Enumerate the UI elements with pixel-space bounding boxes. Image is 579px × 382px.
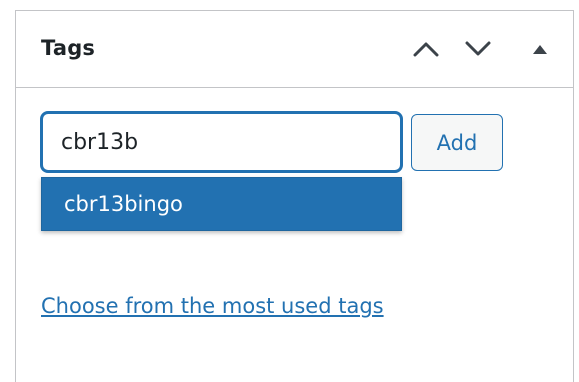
- move-up-button[interactable]: [406, 31, 446, 67]
- panel-header: Tags: [16, 11, 573, 88]
- most-used-tags-link[interactable]: Choose from the most used tags: [41, 294, 384, 318]
- tags-panel: Tags Add cbr13bingo Choose from the most…: [15, 10, 574, 382]
- panel-title: Tags: [41, 36, 96, 60]
- toggle-panel-button[interactable]: [520, 31, 560, 67]
- chevron-down-icon: [465, 41, 491, 56]
- add-tag-button[interactable]: Add: [411, 114, 503, 171]
- tag-suggestions: cbr13bingo: [41, 177, 402, 231]
- tag-input[interactable]: [41, 112, 402, 172]
- suggestion-item[interactable]: cbr13bingo: [42, 178, 401, 230]
- chevron-up-icon: [413, 42, 439, 57]
- caret-up-icon: [533, 45, 547, 54]
- move-down-button[interactable]: [458, 31, 498, 67]
- suggestion-label: cbr13bingo: [64, 192, 183, 216]
